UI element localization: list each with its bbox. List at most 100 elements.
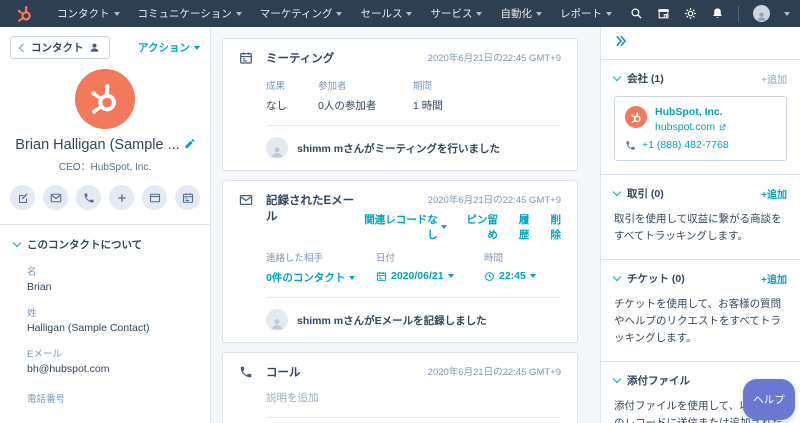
contact-subtitle: CEO：HubSpot, Inc. xyxy=(58,162,152,173)
note-button[interactable] xyxy=(10,185,35,210)
field-email[interactable]: Eメール bh@hubspot.com xyxy=(14,346,196,375)
field-last-name[interactable]: 姓 Halligan (Sample Contact) xyxy=(14,305,196,334)
collapse-sidebar-row xyxy=(601,27,800,59)
phone-number: +1 (888) 482-7768 xyxy=(642,139,729,151)
nav-item-marketing[interactable]: マーケティング xyxy=(251,6,352,21)
nav-item-conversations[interactable]: コミュニケーション xyxy=(129,6,251,21)
nav-item-automation[interactable]: 自動化 xyxy=(491,6,551,21)
nav-item-sales[interactable]: セールス xyxy=(351,6,421,21)
chevron-down-icon[interactable] xyxy=(784,11,790,16)
divider xyxy=(266,417,561,418)
chevron-down-icon[interactable] xyxy=(612,272,622,281)
marketplace-icon[interactable] xyxy=(657,7,670,20)
field-label: 電話番号 xyxy=(27,394,66,405)
add-deal-link[interactable]: +追加 xyxy=(761,186,787,201)
hubspot-logo-icon[interactable] xyxy=(16,4,34,23)
date-dropdown[interactable]: 2020/06/21 xyxy=(376,270,484,282)
user-avatar[interactable] xyxy=(753,5,770,22)
settings-gear-icon[interactable] xyxy=(684,7,697,20)
task-icon xyxy=(149,193,160,202)
help-button[interactable]: ヘルプ xyxy=(743,379,795,420)
history-link[interactable]: 履歴 xyxy=(510,212,530,242)
notifications-bell-icon[interactable] xyxy=(711,7,724,20)
chevron-down-icon xyxy=(113,11,120,16)
meeting-button[interactable] xyxy=(175,185,200,210)
company-name-link[interactable]: HubSpot, Inc. xyxy=(655,106,727,118)
calendar-icon xyxy=(182,192,193,203)
back-to-contacts-button[interactable]: コンタクト xyxy=(10,36,110,59)
deals-section: 取引 (0) +追加 取引を使用して収益に繋がる商談をすべてトラッキングします。 xyxy=(601,174,800,259)
chevron-down-icon xyxy=(194,45,200,50)
company-domain-link[interactable]: hubspot.com xyxy=(655,121,727,133)
email-button[interactable] xyxy=(43,185,68,210)
pin-link[interactable]: ピン留め xyxy=(459,212,498,242)
link-label: 履歴 xyxy=(518,214,530,241)
column-value: なし xyxy=(266,100,287,112)
activity-footer-text: shimm mさんがミーティングを行いました xyxy=(297,142,500,155)
call-activity-card: コール 2020年6月21日の22:45 GMT+9 説明を追加 成果 成果を選… xyxy=(222,352,578,423)
associated-records-dropdown[interactable]: 関連レコードなし xyxy=(360,212,447,242)
field-label: Eメール xyxy=(27,349,62,360)
meeting-duration-col: 期間 1 時間 xyxy=(413,78,443,113)
field-value: Brian xyxy=(27,281,52,293)
add-company-link[interactable]: +追加 xyxy=(761,71,787,86)
deals-empty-text: 取引を使用して収益に繋がる商談をすべてトラッキングします。 xyxy=(614,213,782,243)
meeting-activity-card: ミーティング 2020年6月21日の22:45 GMT+9 成果 なし 参加者 … xyxy=(222,38,578,171)
column-label: 参加者 xyxy=(318,81,347,92)
actions-dropdown[interactable]: アクション xyxy=(138,40,200,55)
about-section-title: このコンタクトについて xyxy=(27,239,143,251)
meeting-outcome-col: 成果 なし xyxy=(266,78,318,113)
quick-actions-row xyxy=(0,185,210,210)
chevron-left-icon xyxy=(18,43,28,52)
user-avatar xyxy=(266,137,288,159)
chevron-down-icon[interactable] xyxy=(612,187,622,197)
field-first-name[interactable]: 名 Brian xyxy=(14,264,196,293)
column-label: 日付 xyxy=(376,253,396,264)
time-dropdown[interactable]: 22:45 xyxy=(484,270,536,282)
edit-pencil-icon[interactable] xyxy=(184,138,195,149)
nav-item-label: サービス xyxy=(430,8,473,20)
hubspot-sprocket-icon xyxy=(89,82,116,116)
column-value: 0人の参加者 xyxy=(318,100,377,112)
nav-item-contacts[interactable]: コンタクト xyxy=(48,6,129,21)
phone-icon xyxy=(626,140,635,150)
chevron-down-icon xyxy=(336,11,343,16)
nav-divider xyxy=(738,5,739,22)
add-button[interactable] xyxy=(109,185,134,210)
nav-item-service[interactable]: サービス xyxy=(421,6,491,21)
add-ticket-link[interactable]: +追加 xyxy=(761,271,787,286)
nav-item-reports[interactable]: レポート xyxy=(551,6,621,21)
nav-item-label: レポート xyxy=(559,8,602,20)
company-card[interactable]: HubSpot, Inc. hubspot.com +1 (888) 482-7… xyxy=(614,96,787,161)
contacted-dropdown[interactable]: 0件のコンタクト xyxy=(266,270,376,285)
field-phone[interactable]: 電話番号 xyxy=(14,391,196,420)
search-icon[interactable] xyxy=(630,7,643,20)
dropdown-value: 0件のコンタクト xyxy=(266,272,346,284)
actions-label: アクション xyxy=(138,42,190,54)
company-phone-link[interactable]: +1 (888) 482-7768 xyxy=(625,139,776,151)
divider xyxy=(266,297,561,298)
email-icon xyxy=(50,193,61,202)
chevron-down-icon xyxy=(12,238,22,248)
column-label: 期間 xyxy=(413,81,433,92)
about-section-toggle[interactable]: このコンタクトについて xyxy=(12,237,196,252)
call-description-input[interactable]: 説明を追加 xyxy=(239,390,561,405)
attachments-section-title: 添付ファイル xyxy=(627,374,690,387)
chevron-down-icon[interactable] xyxy=(612,72,622,82)
email-time-col: 時間 22:45 xyxy=(484,250,536,285)
delete-link[interactable]: 削除 xyxy=(541,212,562,242)
activity-title: ミーティング xyxy=(266,53,335,65)
company-section: 会社 (1) +追加 HubSpot, Inc. hubspot.com +1 … xyxy=(601,59,800,174)
double-chevron-right-icon[interactable] xyxy=(614,34,628,48)
nav-item-label: セールス xyxy=(360,8,403,20)
dropdown-value: 2020/06/21 xyxy=(391,270,444,282)
chevron-down-icon xyxy=(535,11,542,16)
task-button[interactable] xyxy=(142,185,167,210)
call-button[interactable] xyxy=(76,185,101,210)
field-label: 名 xyxy=(27,267,37,278)
column-label: 時間 xyxy=(484,253,504,264)
email-contacted-col: 連絡した相手 0件のコンタクト xyxy=(266,250,376,285)
activity-timeline: ミーティング 2020年6月21日の22:45 GMT+9 成果 なし 参加者 … xyxy=(212,27,600,423)
chevron-down-icon[interactable] xyxy=(612,374,622,383)
calendar-icon xyxy=(376,271,387,281)
